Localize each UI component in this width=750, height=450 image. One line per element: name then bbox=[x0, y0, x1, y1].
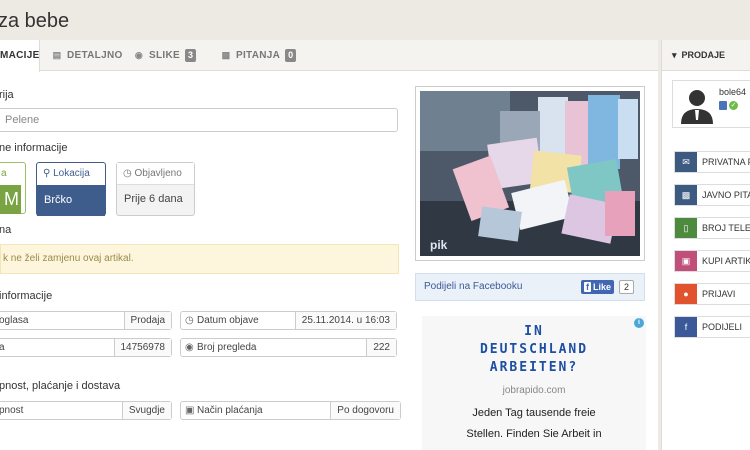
chevron-down-icon: ▾ bbox=[672, 50, 677, 60]
question-count-badge: 0 bbox=[285, 49, 297, 62]
row-key: Datum objave bbox=[197, 315, 259, 326]
phone-icon: ▯ bbox=[675, 218, 697, 238]
document-icon: ▤ bbox=[52, 50, 62, 60]
condition-label: a bbox=[1, 168, 7, 179]
category-value: Pelene bbox=[5, 114, 40, 126]
main-info-label: ne informacije bbox=[0, 142, 68, 154]
category-label: rija bbox=[0, 89, 14, 101]
row-key: Način plaćanja bbox=[197, 405, 263, 416]
tab-label: PITANJA bbox=[236, 50, 281, 61]
private-message-button[interactable]: ✉ PRIVATNA P bbox=[674, 151, 750, 173]
location-value: Brčko bbox=[37, 185, 105, 216]
button-label: PRIVATNA P bbox=[702, 157, 750, 167]
camera-icon: ◉ bbox=[134, 50, 144, 60]
tab-label: DETALJNO bbox=[67, 50, 123, 61]
watermark-text: pik bbox=[430, 238, 448, 252]
info-row-availability: pnost Svugdje bbox=[0, 401, 172, 420]
tab-label: MACIJE bbox=[0, 50, 40, 61]
row-value: Prodaja bbox=[123, 312, 171, 329]
button-label: BROJ TELEF bbox=[702, 223, 750, 233]
cart-icon: ▣ bbox=[185, 405, 195, 416]
product-photo[interactable]: pik bbox=[415, 86, 645, 261]
info-row-date: ◷ Datum objave 25.11.2014. u 16:03 bbox=[180, 311, 397, 330]
published-label: Objavljeno bbox=[134, 168, 182, 179]
tab-bar: MACIJE ▤ DETALJNO ◉ SLIKE 3 ▩ PITANJA 0 bbox=[0, 40, 658, 72]
ad-text-1: Jeden Tag tausende freie bbox=[472, 407, 596, 419]
shield-check-icon: ✓ bbox=[729, 101, 738, 110]
buy-item-button[interactable]: ▣ KUPI ARTIKA bbox=[674, 250, 750, 272]
exchange-label: na bbox=[0, 224, 12, 236]
category-field[interactable]: Pelene bbox=[0, 108, 398, 132]
cart-icon: ▣ bbox=[675, 251, 697, 271]
row-value: 25.11.2014. u 16:03 bbox=[294, 312, 396, 329]
facebook-icon: f bbox=[583, 282, 591, 292]
info-row-payment: ▣ Način plaćanja Po dogovoru bbox=[180, 401, 401, 420]
row-key: a bbox=[0, 342, 5, 353]
envelope-icon: ✉ bbox=[675, 152, 697, 172]
button-label: JAVNO PITA bbox=[702, 190, 750, 200]
row-key: oglasa bbox=[0, 315, 29, 326]
clock-icon: ◷ bbox=[123, 168, 132, 179]
tab-information[interactable]: MACIJE bbox=[0, 40, 40, 72]
share-button[interactable]: f PODIJELI bbox=[674, 316, 750, 338]
button-label: PRIJAVI bbox=[702, 289, 736, 299]
seller-sidebar: ▾ PRODAJE bole64 ✓ ✉ PRIVATNA P ▩ JAVNO PI… bbox=[661, 40, 750, 450]
tab-photos[interactable]: ◉ SLIKE 3 bbox=[134, 40, 197, 71]
info-card-location: ⚲ Lokacija Brčko bbox=[36, 162, 106, 216]
ad-headline-3: ARBEITEN? bbox=[489, 360, 579, 375]
seller-card[interactable]: bole64 ✓ bbox=[672, 80, 750, 128]
published-value: Prije 6 dana bbox=[124, 193, 183, 205]
ad-headline-2: DEUTSCHLAND bbox=[479, 342, 589, 357]
sidebar-header[interactable]: ▾ PRODAJE bbox=[662, 40, 750, 71]
verified-id-icon bbox=[719, 101, 727, 110]
location-label: Lokacija bbox=[53, 168, 90, 179]
seller-name[interactable]: bole64 bbox=[719, 87, 746, 97]
diapers-photo: pik bbox=[420, 91, 640, 256]
photo-count-badge: 3 bbox=[184, 49, 197, 62]
info-row-ad-type: oglasa Prodaja bbox=[0, 311, 172, 330]
phone-number-button[interactable]: ▯ BROJ TELEF bbox=[674, 217, 750, 239]
row-value: Po dogovoru bbox=[330, 402, 400, 419]
info-row-id: a 14756978 bbox=[0, 338, 172, 357]
condition-value: M bbox=[0, 185, 21, 214]
row-value: 222 bbox=[366, 339, 396, 356]
other-info-label: informacije bbox=[0, 290, 53, 302]
like-label: Like bbox=[592, 282, 611, 292]
tab-questions[interactable]: ▩ PITANJA 0 bbox=[221, 40, 297, 71]
button-label: PODIJELI bbox=[702, 322, 743, 332]
ad-headline-1: IN bbox=[524, 324, 544, 339]
facebook-share-bar[interactable]: Podijeli na Facebooku f Like 2 bbox=[415, 273, 645, 301]
page-title: za bebe bbox=[0, 10, 70, 32]
report-button[interactable]: ● PRIJAVI bbox=[674, 283, 750, 305]
chat-icon: ▩ bbox=[675, 185, 697, 205]
eye-icon: ◉ bbox=[185, 342, 194, 353]
sidebar-header-label: PRODAJE bbox=[681, 50, 726, 60]
chat-icon: ▩ bbox=[221, 50, 231, 60]
location-pin-icon: ⚲ bbox=[43, 168, 51, 179]
facebook-like-button[interactable]: f Like bbox=[580, 280, 614, 294]
row-value: 14756978 bbox=[113, 339, 171, 356]
advertisement[interactable]: i IN DEUTSCHLAND ARBEITEN? jobrapido.com… bbox=[422, 316, 646, 450]
ad-domain: jobrapido.com bbox=[502, 385, 566, 396]
row-value: Svugdje bbox=[121, 402, 171, 419]
info-card-published: ◷ Objavljeno Prije 6 dana bbox=[116, 162, 195, 216]
avatar bbox=[677, 84, 717, 124]
row-key: Broj pregleda bbox=[197, 342, 257, 353]
like-count: 2 bbox=[618, 280, 634, 294]
facebook-icon: f bbox=[675, 317, 697, 337]
button-label: KUPI ARTIKA bbox=[702, 256, 750, 266]
public-question-button[interactable]: ▩ JAVNO PITA bbox=[674, 184, 750, 206]
exchange-notice: k ne želi zamjenu ovaj artikal. bbox=[0, 244, 399, 274]
tab-label: SLIKE bbox=[149, 50, 180, 61]
warning-icon: ● bbox=[675, 284, 697, 304]
info-card-condition: a M bbox=[0, 162, 26, 214]
payment-label: pnost, plaćanje i dostava bbox=[0, 380, 121, 392]
clock-icon: ◷ bbox=[185, 315, 194, 326]
tab-details[interactable]: ▤ DETALJNO bbox=[52, 40, 123, 71]
row-key: pnost bbox=[0, 405, 24, 416]
ad-text-2: Stellen. Finden Sie Arbeit in bbox=[466, 428, 602, 440]
info-row-views: ◉ Broj pregleda 222 bbox=[180, 338, 397, 357]
facebook-share-label: Podijeli na Facebooku bbox=[424, 281, 523, 292]
